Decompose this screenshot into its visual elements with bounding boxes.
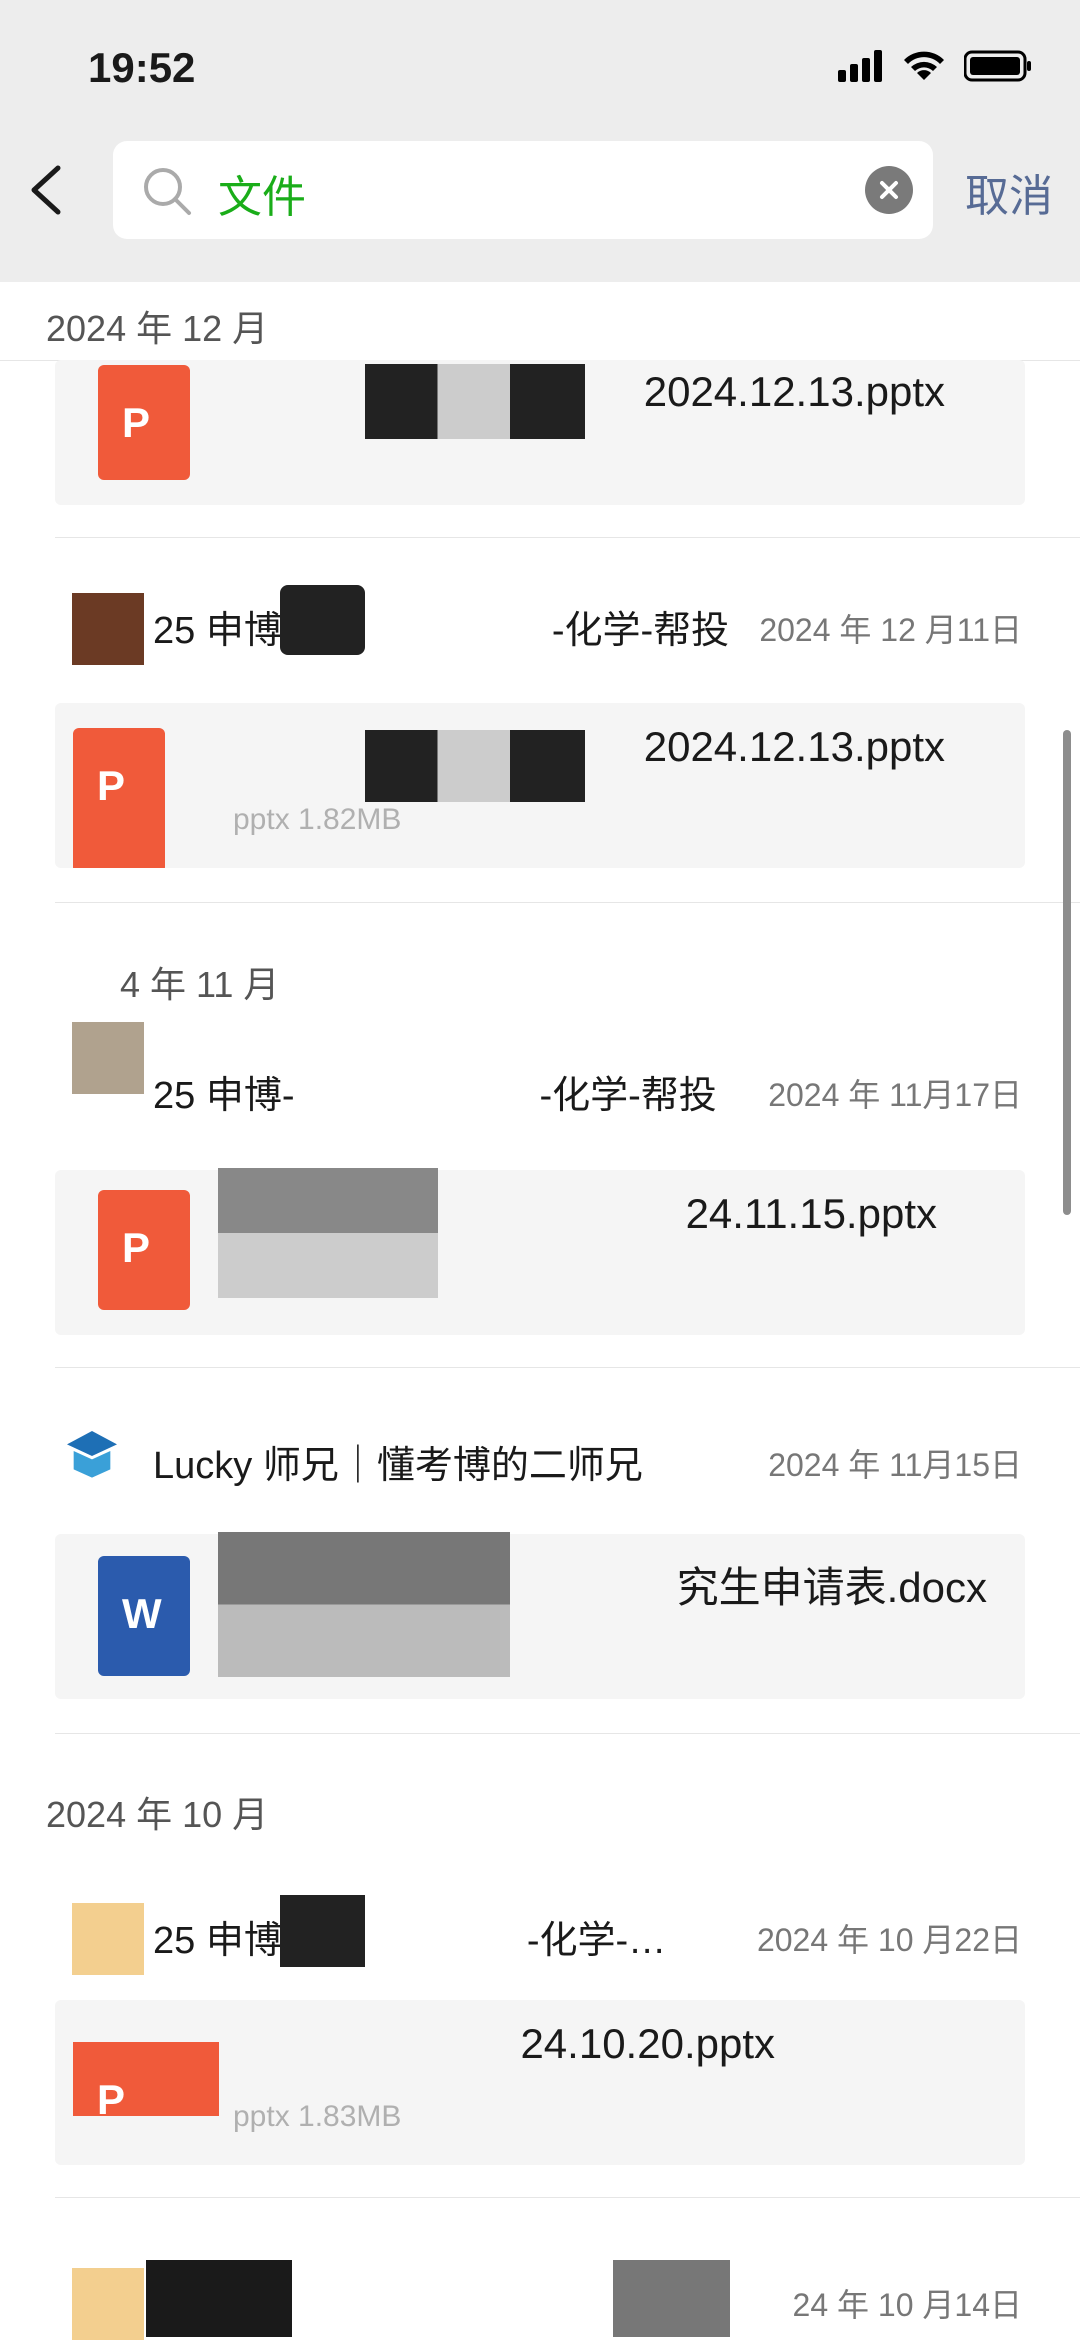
search-bar[interactable]: 文件	[113, 141, 933, 239]
section-label: 4 年 11 月	[120, 964, 280, 1005]
avatar	[72, 2268, 144, 2340]
chat-row[interactable]: ​ Lucky 师兄｜懂考博的二师兄 2024 年 11月15日	[0, 1420, 1080, 1490]
chat-row[interactable]: 25 申博 -化学-… 2024 年 10 月22日	[0, 1895, 1080, 1975]
avatar-logo-icon: ​	[67, 1431, 117, 1478]
divider	[55, 2197, 1080, 2198]
redacted-block	[365, 730, 585, 802]
divider	[55, 537, 1080, 538]
divider	[55, 902, 1080, 903]
word-file-icon: W	[98, 1556, 190, 1676]
file-name: 24.10.20.pptx	[520, 2020, 775, 2067]
message-date: 2024 年 11月17日	[768, 1077, 1022, 1113]
redacted-block	[280, 1895, 365, 1967]
sender-name: 25 申博- -化学-帮投	[153, 1075, 717, 1117]
top-bar: 19:52 文件 取消	[0, 0, 1080, 282]
divider	[55, 1367, 1080, 1368]
battery-icon	[964, 50, 1031, 82]
file-card[interactable]: P 24.11.15.pptx	[55, 1170, 1025, 1335]
sender-name: 25 申博 -化学-帮投	[153, 610, 730, 652]
file-card[interactable]: W 究生申请表.docx	[55, 1534, 1025, 1699]
status-icons	[838, 50, 1032, 82]
ppt-file-icon: P	[98, 365, 190, 480]
file-meta: pptx 1.83MB	[233, 2100, 402, 2133]
cellular-signal-icon	[838, 50, 882, 82]
message-date: 24 年 10 月14日	[792, 2287, 1022, 2323]
section-label: 2024 年 10 月	[46, 1794, 269, 1835]
clear-icon	[880, 181, 898, 199]
message-date: 2024 年 10 月22日	[756, 1922, 1022, 1958]
chat-row[interactable]: 25 申博 -化学-帮投 2024 年 12 月11日	[0, 585, 1080, 665]
ppt-file-icon: P	[73, 2042, 219, 2123]
redacted-block	[365, 364, 585, 439]
sender-name: 25 申博 -化学-…	[153, 1920, 667, 1962]
ppt-file-icon: P	[73, 728, 165, 868]
scrollbar[interactable]	[1063, 730, 1071, 1215]
cancel-button[interactable]: 取消	[965, 160, 1053, 224]
search-query[interactable]: 文件	[218, 161, 306, 225]
back-icon[interactable]	[22, 160, 72, 220]
avatar	[72, 1903, 144, 1975]
sender-name: Lucky 师兄｜懂考博的二师兄	[153, 1445, 643, 1487]
file-meta: pptx 1.82MB	[233, 803, 402, 836]
clear-search-button[interactable]	[865, 166, 913, 214]
redacted-block	[146, 2260, 730, 2337]
avatar	[72, 593, 144, 665]
status-time: 19:52	[88, 44, 196, 91]
ppt-file-icon: P	[98, 1190, 190, 1310]
chat-row[interactable]: 24 年 10 月14日	[0, 2260, 1080, 2340]
divider	[55, 1733, 1080, 1734]
section-label: 2024 年 12 月	[46, 308, 269, 349]
search-icon	[144, 168, 191, 215]
file-card[interactable]: P 24.10.20.pptx pptx 1.83MB	[55, 2000, 1025, 2165]
section-header-oct: 2024 年 10 月	[0, 1768, 1080, 1835]
redacted-block	[218, 1532, 510, 1677]
file-name: 2024.12.13.pptx	[643, 723, 945, 770]
section-header-dec: 2024 年 12 月	[0, 282, 1080, 361]
message-date: 2024 年 11月15日	[768, 1447, 1022, 1483]
message-date: 2024 年 12 月11日	[759, 612, 1022, 648]
file-name: 2024.12.13.pptx	[643, 368, 945, 415]
file-name: 究生申请表.docx	[676, 1564, 987, 1611]
file-name: 24.11.15.pptx	[685, 1190, 937, 1237]
redacted-block	[280, 585, 365, 655]
redacted-block	[218, 1168, 438, 1298]
avatar	[72, 1022, 144, 1094]
wifi-icon	[904, 51, 944, 80]
section-header-nov: 4 年 11 月	[0, 938, 1080, 1005]
chat-row[interactable]: 25 申博- -化学-帮投 2024 年 11月17日	[0, 1022, 1080, 1120]
